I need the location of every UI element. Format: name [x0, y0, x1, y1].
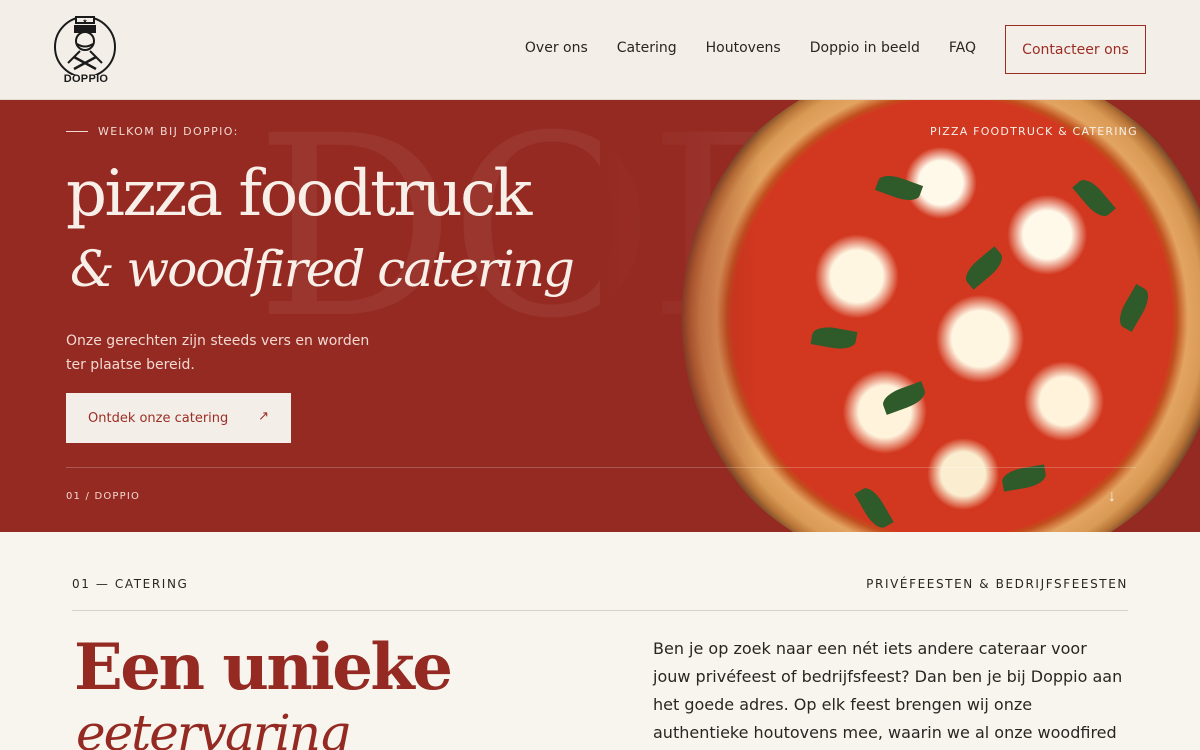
section-subtitle: eetervaring — [76, 704, 351, 750]
nav-catering[interactable]: Catering — [617, 40, 677, 56]
section-body: Ben je op zoek naar een nét iets andere … — [653, 639, 1123, 742]
chef-logo-icon: ★ — [54, 16, 116, 78]
hero-right-label: PIZZA FOODTRUCK & CATERING — [930, 125, 1138, 138]
eyebrow-line — [66, 131, 88, 132]
section-label: 01 — CATERING — [72, 577, 189, 591]
svg-text:★: ★ — [82, 18, 87, 25]
nav-faq[interactable]: FAQ — [949, 40, 976, 56]
cta-label: Ontdek onze catering — [88, 410, 229, 426]
contact-button[interactable]: Contacteer ons — [1005, 25, 1146, 74]
catering-section: 01 — CATERING PRIVÉFEESTEN & BEDRIJFSFEE… — [0, 532, 1200, 750]
site-header: ★ DOPPIO Over ons Catering Houtovens Dop… — [0, 0, 1200, 100]
eyebrow-text: WELKOM BIJ DOPPIO: — [98, 125, 239, 138]
main-nav: Over ons Catering Houtovens Doppio in be… — [525, 40, 976, 56]
arrow-down-icon[interactable]: ↓ — [1108, 488, 1116, 506]
logo-wordmark: DOPPIO — [63, 73, 109, 85]
nav-over-ons[interactable]: Over ons — [525, 40, 588, 56]
hero-eyebrow: WELKOM BIJ DOPPIO: — [66, 125, 239, 138]
nav-doppio-in-beeld[interactable]: Doppio in beeld — [810, 40, 920, 56]
hero-index: 01 / DOPPIO — [66, 491, 141, 502]
section-right-label: PRIVÉFEESTEN & BEDRIJFSFEESTEN — [866, 577, 1128, 591]
hero-divider — [66, 467, 1136, 468]
section-divider — [72, 610, 1128, 611]
hero-subtitle: & woodfired catering — [70, 240, 575, 298]
nav-houtovens[interactable]: Houtovens — [706, 40, 781, 56]
logo[interactable]: ★ DOPPIO — [52, 13, 120, 87]
arrow-up-right-icon: ↗ — [258, 409, 269, 424]
hero-description: Onze gerechten zijn steeds vers en worde… — [66, 333, 370, 373]
discover-catering-button[interactable]: Ontdek onze catering ↗ — [66, 393, 291, 443]
section-title: Een unieke — [74, 630, 453, 705]
hero-section: DOPP WELKOM BIJ DOPPIO: PIZZA FOODTRUCK … — [0, 100, 1200, 532]
hero-title: pizza foodtruck — [66, 157, 532, 231]
